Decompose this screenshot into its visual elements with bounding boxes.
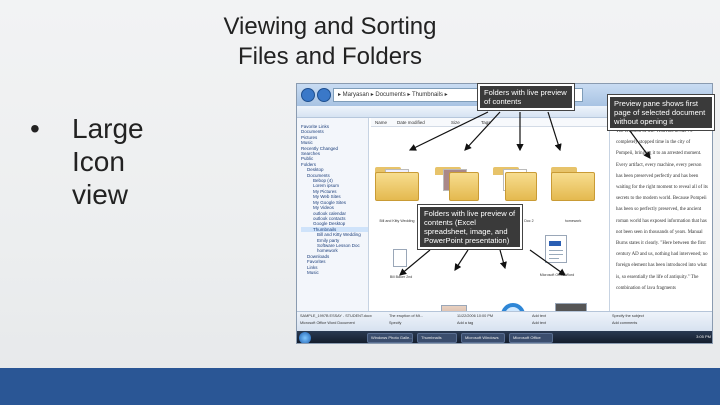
callout-files-preview: Folders with live preview of contents (E…	[418, 205, 522, 249]
arrow-line	[408, 111, 489, 151]
arrow-line	[529, 249, 566, 276]
callout-folders-preview: Folders with live preview of contents	[478, 84, 574, 110]
arrow-line	[547, 111, 562, 152]
callout-preview-pane: Preview pane shows first page of selecte…	[608, 95, 714, 130]
arrow-line	[629, 130, 651, 159]
callout-arrows	[399, 111, 651, 276]
arrow-line	[464, 111, 501, 151]
arrow-line	[499, 249, 507, 270]
arrow-line	[399, 249, 431, 276]
arrow-line	[454, 249, 469, 272]
bottom-bar	[0, 368, 720, 405]
